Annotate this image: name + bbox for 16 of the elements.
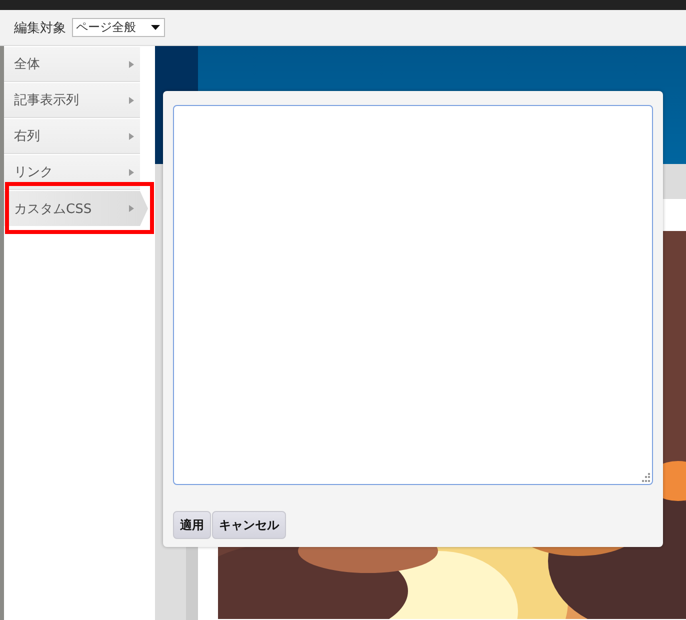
arrow-icon <box>129 60 134 68</box>
css-text-field[interactable] <box>173 105 653 485</box>
dialog-button[interactable]: 適用 <box>173 511 211 539</box>
arrow-icon <box>129 205 134 212</box>
arrow-icon <box>129 168 134 176</box>
caret-icon <box>151 25 160 30</box>
resize-grip-icon[interactable] <box>641 473 650 482</box>
menu-item[interactable]: 記事表示列 <box>4 83 140 118</box>
menu-item[interactable]: カスタムCSS <box>4 191 148 226</box>
target-select[interactable]: ページ全般 <box>72 18 165 37</box>
arrow-icon <box>129 96 134 104</box>
menu-item[interactable]: 全体 <box>4 47 140 82</box>
menu-item[interactable]: 右列 <box>4 119 140 154</box>
arrow-icon <box>129 132 134 140</box>
dialog-button[interactable]: キャンセル <box>212 511 286 539</box>
target-label: 編集対象 <box>14 20 66 36</box>
